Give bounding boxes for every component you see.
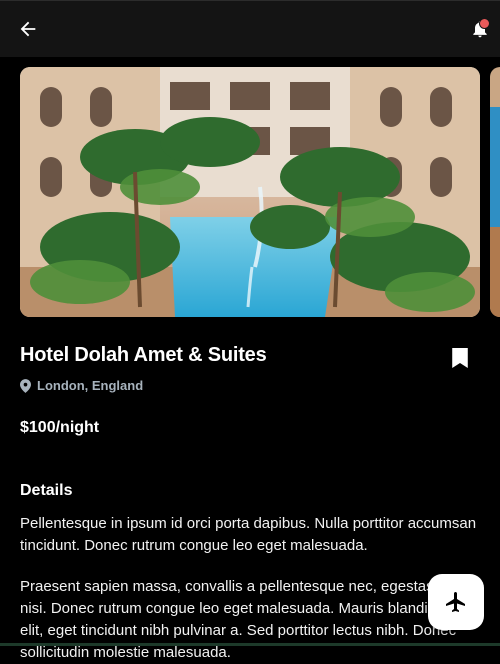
hotel-location: London, England — [20, 378, 143, 393]
app-bar — [0, 0, 500, 57]
hotel-pool-courtyard-photo — [20, 67, 480, 317]
notification-dot — [479, 18, 490, 29]
airplane-icon — [446, 592, 465, 612]
details-paragraph-2: Praesent sapien massa, convallis a pelle… — [20, 578, 481, 661]
book-flight-button[interactable] — [428, 574, 484, 630]
hotel-name: Hotel Dolah Amet & Suites — [20, 344, 267, 366]
location-pin-icon — [20, 378, 31, 393]
notifications-button[interactable] — [460, 9, 500, 49]
hotel-next-photo-partial — [490, 67, 500, 317]
back-button[interactable] — [8, 9, 48, 49]
details-heading: Details — [20, 482, 73, 499]
image-carousel[interactable] — [0, 67, 500, 317]
hotel-price: $100/night — [20, 419, 100, 436]
bookmark-button[interactable] — [440, 338, 480, 378]
bookmark-icon — [452, 348, 468, 368]
next-photo[interactable] — [490, 67, 500, 317]
location-text: London, England — [37, 378, 144, 393]
arrow-back-icon — [20, 21, 36, 37]
hotel-photo[interactable] — [20, 67, 480, 317]
details-paragraph-1: Pellentesque in ipsum id orci porta dapi… — [20, 515, 477, 554]
